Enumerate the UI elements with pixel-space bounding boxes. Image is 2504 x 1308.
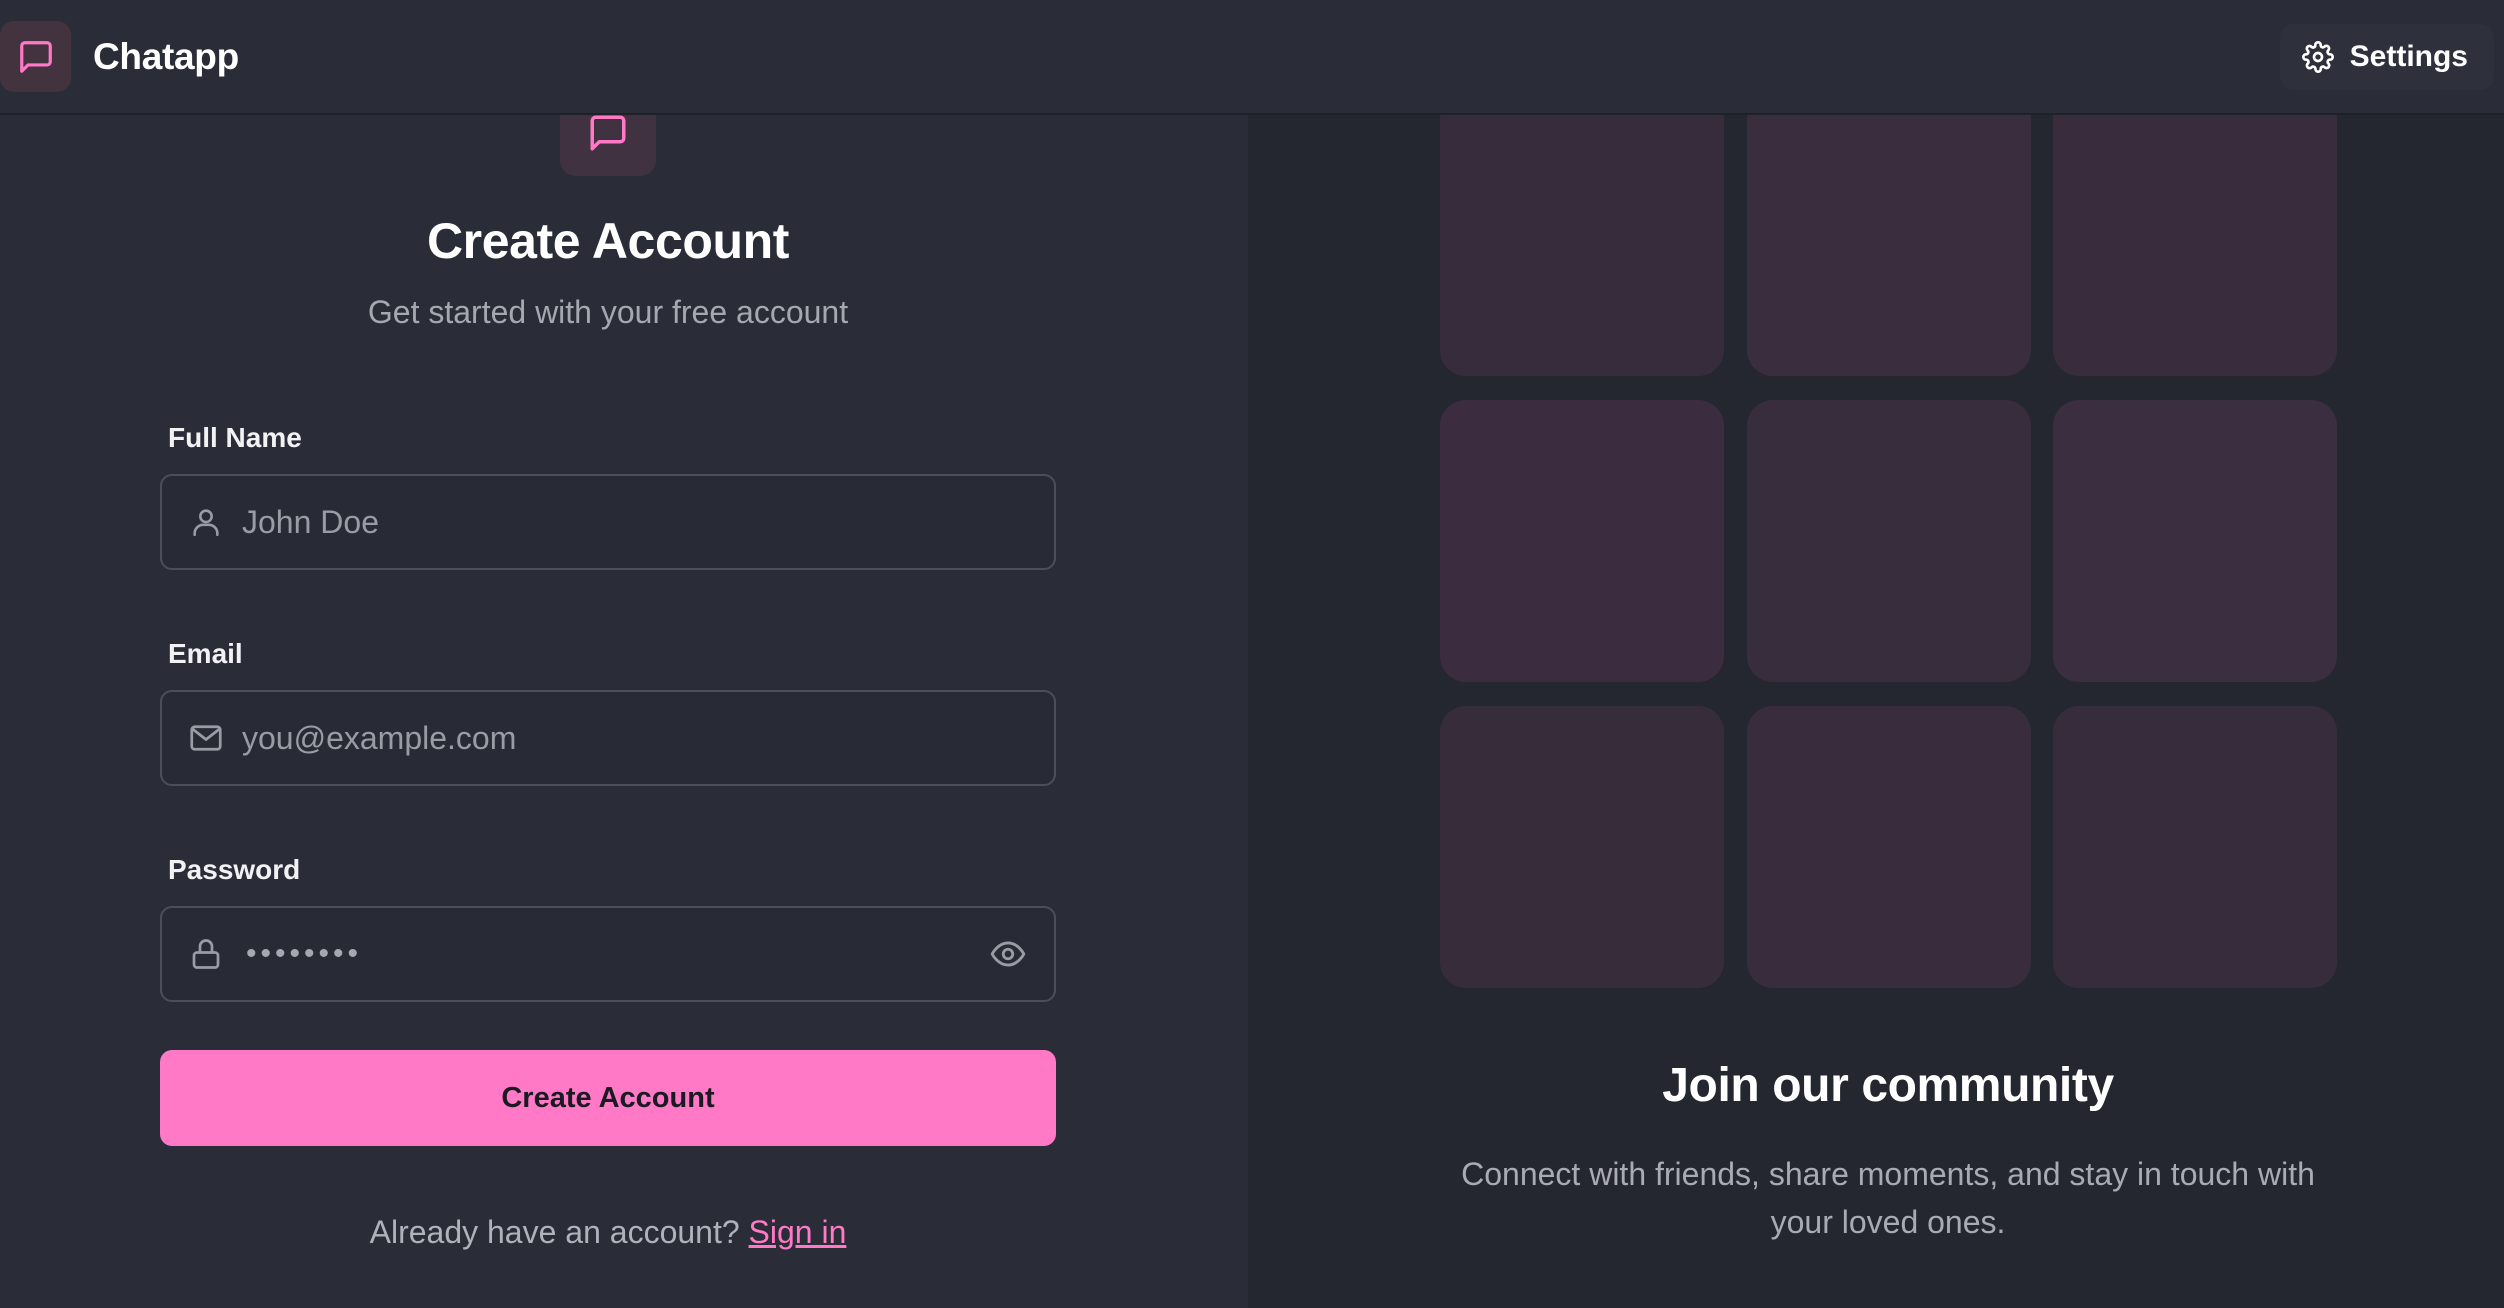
community-text: Connect with friends, share moments, and…	[1461, 1156, 2315, 1240]
tile	[2053, 400, 2337, 682]
signin-prompt: Already have an account? Sign in	[0, 1214, 1216, 1251]
password-input[interactable]: ••••••••	[246, 937, 984, 971]
lock-icon	[184, 932, 228, 976]
tile	[2053, 94, 2337, 376]
form-title: Create Account	[426, 213, 790, 269]
signup-panel: Create Account Get started with your fre…	[0, 0, 1248, 1308]
tile	[1440, 94, 1724, 376]
signin-prompt-text: Already have an account?	[369, 1214, 740, 1250]
password-label: Password	[168, 854, 301, 885]
full-name-input[interactable]	[242, 476, 1054, 568]
email-field[interactable]	[160, 690, 1056, 786]
tile	[1440, 400, 1724, 682]
full-name-label: Full Name	[168, 422, 302, 453]
eye-icon[interactable]	[984, 930, 1032, 978]
signin-link[interactable]: Sign in	[749, 1214, 847, 1250]
full-name-field[interactable]	[160, 474, 1056, 570]
user-icon	[184, 500, 228, 544]
app-name: Chatapp	[93, 35, 239, 77]
tile	[1747, 94, 2031, 376]
password-field[interactable]: ••••••••	[160, 906, 1056, 1002]
tile	[1747, 706, 2031, 988]
email-input[interactable]	[242, 692, 1054, 784]
brand[interactable]: Chatapp	[0, 0, 239, 113]
form-subtitle: Get started with your free account	[367, 294, 849, 330]
tile	[1747, 400, 2031, 682]
tile	[2053, 706, 2337, 988]
gear-icon	[2301, 40, 2334, 73]
community-title: Join our community	[1662, 1059, 2114, 1112]
top-navbar: Chatapp Settings	[0, 0, 2504, 115]
tile	[1440, 706, 1724, 988]
settings-label: Settings	[2349, 39, 2468, 73]
chat-bubble-icon	[0, 21, 71, 92]
settings-button[interactable]: Settings	[2279, 23, 2494, 90]
community-panel: Join our community Connect with friends,…	[1248, 0, 2504, 1308]
mail-icon	[184, 716, 228, 760]
email-label: Email	[168, 638, 243, 669]
create-account-button[interactable]: Create Account	[160, 1050, 1056, 1146]
